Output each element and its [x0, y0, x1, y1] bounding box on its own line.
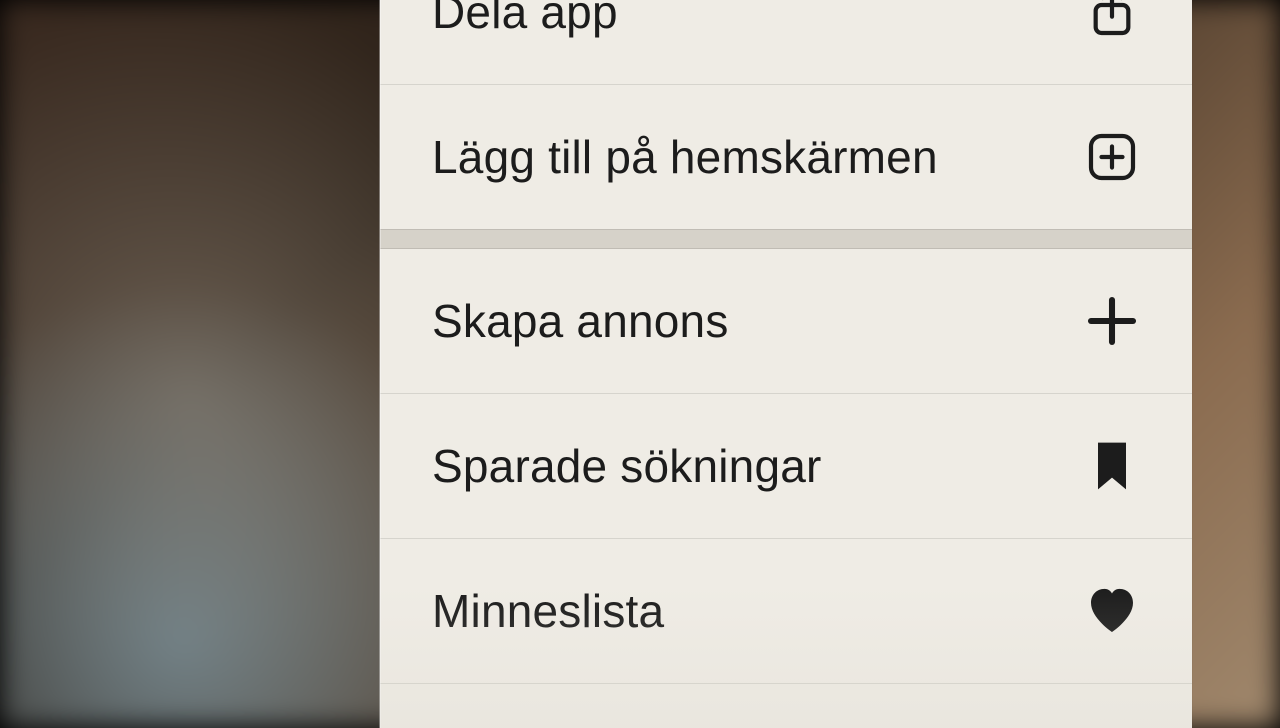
heart-icon: [1084, 583, 1140, 639]
bookmark-icon: [1084, 438, 1140, 494]
share-icon: [1084, 0, 1140, 40]
menu-item-saved-searches[interactable]: Sparade sökningar: [380, 393, 1192, 538]
menu-item-next-partial[interactable]: [380, 683, 1192, 728]
menu-item-label: Sparade sökningar: [432, 439, 822, 493]
menu-item-label: Skapa annons: [432, 294, 729, 348]
menu-item-wishlist[interactable]: Minneslista: [380, 538, 1192, 683]
menu-item-label: Lägg till på hemskärmen: [432, 130, 938, 184]
menu-item-label: Minneslista: [432, 584, 664, 638]
plus-icon: [1084, 293, 1140, 349]
menu-item-add-to-homescreen[interactable]: Lägg till på hemskärmen: [380, 84, 1192, 229]
menu-item-share-app[interactable]: Dela app: [380, 0, 1192, 84]
section-separator: [380, 229, 1192, 249]
menu-item-create-ad[interactable]: Skapa annons: [380, 249, 1192, 393]
unknown-icon: [1084, 696, 1140, 728]
context-menu-sheet: Dela app Lägg till på hemskärmen: [380, 0, 1192, 728]
menu-item-label: Dela app: [432, 0, 618, 39]
add-to-home-icon: [1084, 129, 1140, 185]
